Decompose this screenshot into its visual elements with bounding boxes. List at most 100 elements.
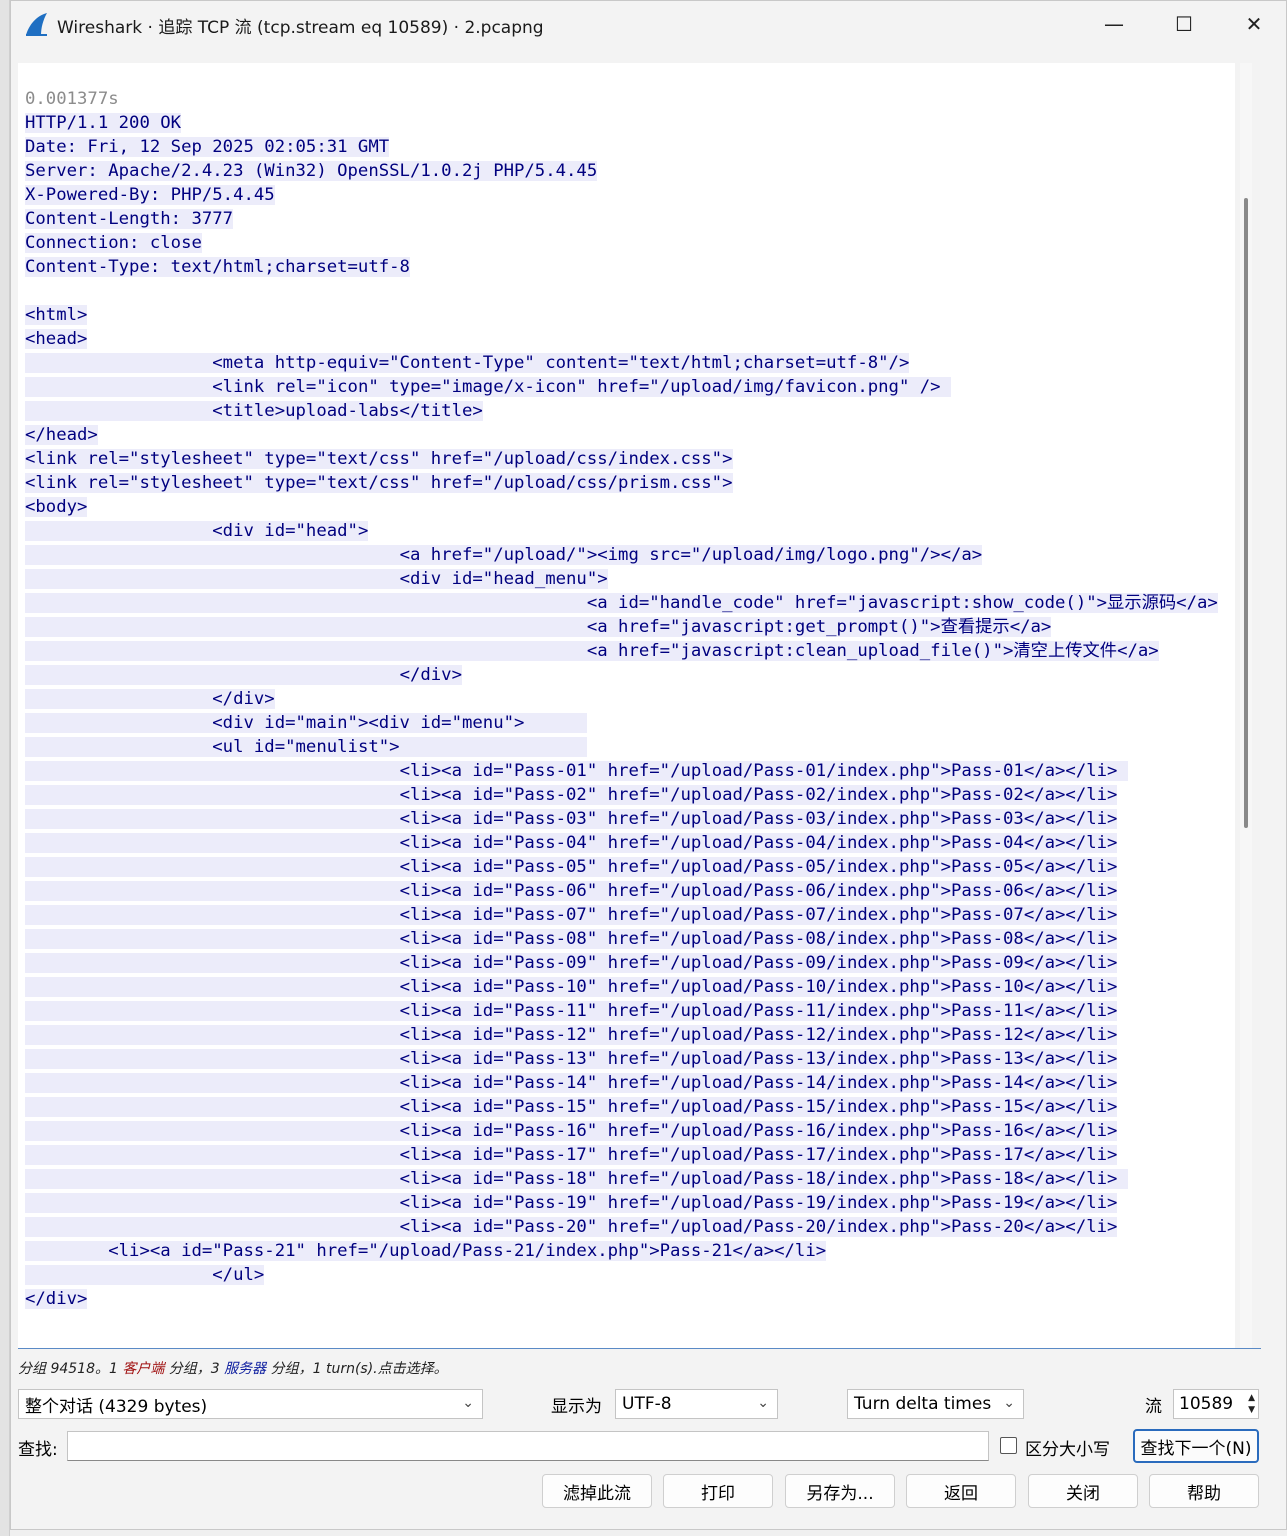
stream-line: </div> — [25, 663, 1218, 687]
case-sensitive-checkbox[interactable] — [1000, 1437, 1017, 1454]
stream-line-text: <li><a id="Pass-19" href="/upload/Pass-1… — [25, 1193, 1118, 1213]
stream-line-text: HTTP/1.1 200 OK — [25, 113, 182, 133]
maximize-button[interactable]: ☐ — [1149, 1, 1219, 47]
maximize-icon: ☐ — [1175, 12, 1193, 36]
stream-line-text: <li><a id="Pass-20" href="/upload/Pass-2… — [25, 1217, 1118, 1237]
stream-line-text: <li><a id="Pass-14" href="/upload/Pass-1… — [25, 1073, 1118, 1093]
stream-line-text: Content-Length: 3777 — [25, 209, 234, 229]
status-prefix: 分组 94518。1 — [18, 1361, 123, 1377]
stream-line: Date: Fri, 12 Sep 2025 02:05:31 GMT — [25, 135, 1218, 159]
stream-line: </div> — [25, 1287, 1218, 1311]
stream-line: <ul id="menulist"> — [25, 735, 1218, 759]
stream-line-text: </ul> — [25, 1265, 265, 1285]
stream-line-text: <link rel="stylesheet" type="text/css" h… — [25, 473, 733, 493]
stream-line: <li><a id="Pass-03" href="/upload/Pass-0… — [25, 807, 1218, 831]
encoding-select[interactable]: UTF-8 ⌄ — [615, 1389, 778, 1419]
stream-line-text: <div id="main"><div id="menu"> — [25, 713, 587, 733]
help-button[interactable]: 帮助 — [1149, 1474, 1259, 1508]
filter-out-stream-button[interactable]: 滤掉此流 — [542, 1474, 652, 1508]
stream-line-text: <li><a id="Pass-09" href="/upload/Pass-0… — [25, 953, 1118, 973]
stream-line-text: <a href="javascript:get_prompt()">查看提示</… — [25, 617, 1052, 637]
stream-line: <a href="javascript:clean_upload_file()"… — [25, 639, 1218, 663]
stream-line-text: <li><a id="Pass-13" href="/upload/Pass-1… — [25, 1049, 1118, 1069]
stream-line: <li><a id="Pass-18" href="/upload/Pass-1… — [25, 1167, 1218, 1191]
stream-line-text: <meta http-equiv="Content-Type" content=… — [25, 353, 910, 373]
stream-line-text: </div> — [25, 665, 462, 685]
stream-line: Server: Apache/2.4.23 (Win32) OpenSSL/1.… — [25, 159, 1218, 183]
stream-line: <li><a id="Pass-02" href="/upload/Pass-0… — [25, 783, 1218, 807]
stream-line-text: <a href="/upload/"><img src="/upload/img… — [25, 545, 983, 565]
stream-line-text: </head> — [25, 425, 98, 445]
chevron-down-icon: ⌄ — [462, 1395, 474, 1411]
stream-line: HTTP/1.1 200 OK — [25, 111, 1218, 135]
scrollbar-thumb[interactable] — [1244, 198, 1248, 828]
stream-line-text: <li><a id="Pass-21" href="/upload/Pass-2… — [25, 1241, 827, 1261]
stream-line-text: <li><a id="Pass-17" href="/upload/Pass-1… — [25, 1145, 1118, 1165]
stream-line-text: Date: Fri, 12 Sep 2025 02:05:31 GMT — [25, 137, 390, 157]
minimize-icon: — — [1104, 12, 1124, 36]
stream-timestamp-line: 0.001377s — [25, 87, 1218, 111]
stream-line-text — [25, 281, 35, 301]
status-line[interactable]: 分组 94518。1 客户端 分组，3 服务器 分组，1 turn(s).点击选… — [18, 1358, 448, 1378]
stream-line: <li><a id="Pass-11" href="/upload/Pass-1… — [25, 999, 1218, 1023]
stream-line-text: <li><a id="Pass-15" href="/upload/Pass-1… — [25, 1097, 1118, 1117]
status-suffix: 分组，1 turn(s).点击选择。 — [266, 1361, 448, 1377]
back-button[interactable]: 返回 — [906, 1474, 1016, 1508]
stream-line-text: <a href="javascript:clean_upload_file()"… — [25, 641, 1159, 661]
stream-line-text: <li><a id="Pass-16" href="/upload/Pass-1… — [25, 1121, 1118, 1141]
find-input[interactable] — [67, 1431, 989, 1461]
stream-line: <li><a id="Pass-12" href="/upload/Pass-1… — [25, 1023, 1218, 1047]
close-icon: ✕ — [1245, 12, 1263, 36]
close-window-button[interactable]: ✕ — [1219, 1, 1287, 47]
stream-line-text: <ul id="menulist"> — [25, 737, 587, 757]
stream-line: <li><a id="Pass-13" href="/upload/Pass-1… — [25, 1047, 1218, 1071]
stream-line-text: <html> — [25, 305, 88, 325]
stream-line-text: X-Powered-By: PHP/5.4.45 — [25, 185, 275, 205]
save-as-button[interactable]: 另存为... — [785, 1474, 895, 1508]
print-button[interactable]: 打印 — [663, 1474, 773, 1508]
stream-line-text: <li><a id="Pass-12" href="/upload/Pass-1… — [25, 1025, 1118, 1045]
stream-line-text: <li><a id="Pass-02" href="/upload/Pass-0… — [25, 785, 1118, 805]
stream-line: <link rel="icon" type="image/x-icon" hre… — [25, 375, 1218, 399]
vertical-scrollbar[interactable] — [1240, 63, 1252, 1348]
stream-line: <meta http-equiv="Content-Type" content=… — [25, 351, 1218, 375]
stream-line-text: <li><a id="Pass-01" href="/upload/Pass-0… — [25, 761, 1128, 781]
stream-line: <link rel="stylesheet" type="text/css" h… — [25, 471, 1218, 495]
stream-line-text: <head> — [25, 329, 88, 349]
stream-line: <title>upload-labs</title> — [25, 399, 1218, 423]
find-next-button[interactable]: 查找下一个(N) — [1133, 1429, 1259, 1463]
stream-line: <div id="main"><div id="menu"> — [25, 711, 1218, 735]
status-client-word: 客户端 — [122, 1361, 165, 1377]
find-label: 查找: — [18, 1440, 58, 1460]
stream-line-text: Content-Type: text/html;charset=utf-8 — [25, 257, 410, 277]
stream-line: <div id="head_menu"> — [25, 567, 1218, 591]
stream-line: X-Powered-By: PHP/5.4.45 — [25, 183, 1218, 207]
stream-line-text: <li><a id="Pass-08" href="/upload/Pass-0… — [25, 929, 1118, 949]
stream-line-text: <li><a id="Pass-05" href="/upload/Pass-0… — [25, 857, 1118, 877]
window-title: Wireshark · 追踪 TCP 流 (tcp.stream eq 1058… — [57, 18, 544, 38]
stream-line-text: <li><a id="Pass-03" href="/upload/Pass-0… — [25, 809, 1118, 829]
close-button[interactable]: 关闭 — [1028, 1474, 1138, 1508]
delta-times-select[interactable]: Turn delta times ⌄ — [847, 1389, 1024, 1419]
case-sensitive-label[interactable]: 区分大小写 — [1025, 1435, 1110, 1460]
stream-line-text: <a id="handle_code" href="javascript:sho… — [25, 593, 1218, 613]
stream-line: <li><a id="Pass-06" href="/upload/Pass-0… — [25, 879, 1218, 903]
stream-line: <li><a id="Pass-19" href="/upload/Pass-1… — [25, 1191, 1218, 1215]
stream-line-text: <title>upload-labs</title> — [25, 401, 483, 421]
stream-line: <li><a id="Pass-17" href="/upload/Pass-1… — [25, 1143, 1218, 1167]
conversation-select[interactable]: 整个对话 (4329 bytes) ⌄ — [18, 1389, 483, 1419]
stream-line: <li><a id="Pass-07" href="/upload/Pass-0… — [25, 903, 1218, 927]
stream-number-value: 10589 — [1179, 1394, 1234, 1414]
minimize-button[interactable]: — — [1079, 1, 1149, 47]
stream-number-spinbox[interactable]: 10589 ▲ ▼ — [1173, 1389, 1259, 1419]
stream-line-text: <link rel="icon" type="image/x-icon" hre… — [25, 377, 951, 397]
stream-line: </head> — [25, 423, 1218, 447]
chevron-down-icon: ⌄ — [757, 1395, 769, 1411]
stream-line-text: Server: Apache/2.4.23 (Win32) OpenSSL/1.… — [25, 161, 598, 181]
stream-line: <link rel="stylesheet" type="text/css" h… — [25, 447, 1218, 471]
stream-line: <html> — [25, 303, 1218, 327]
stream-line: <li><a id="Pass-21" href="/upload/Pass-2… — [25, 1239, 1218, 1263]
stream-line: <li><a id="Pass-04" href="/upload/Pass-0… — [25, 831, 1218, 855]
stream-content-pane[interactable]: 0.001377s HTTP/1.1 200 OK Date: Fri, 12 Se… — [18, 63, 1235, 1348]
spin-arrows-icon[interactable]: ▲ ▼ — [1248, 1392, 1255, 1416]
